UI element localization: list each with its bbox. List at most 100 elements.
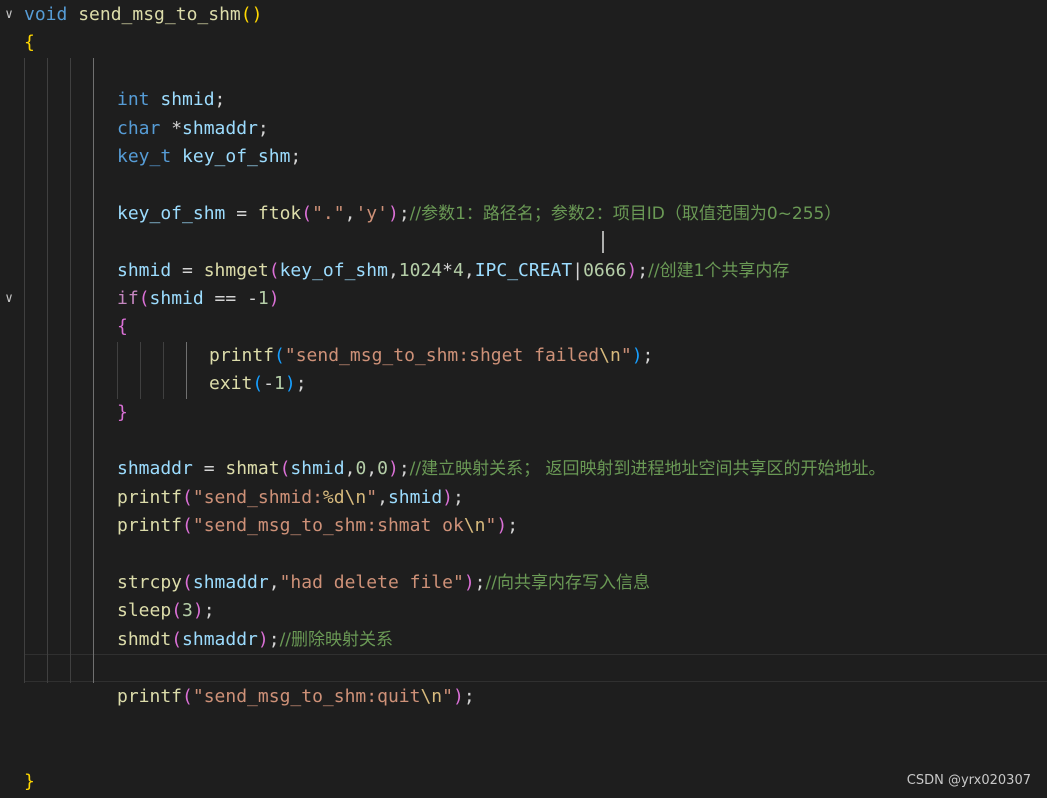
code-token: ) xyxy=(442,486,453,508)
code-line[interactable]: sleep(3); xyxy=(0,597,1047,625)
code-token: , xyxy=(344,202,356,224)
code-token: " xyxy=(485,515,497,537)
code-token: ; xyxy=(453,486,464,508)
code-text: key_t key_of_shm; xyxy=(117,143,301,171)
code-token: if xyxy=(117,288,139,309)
code-line[interactable]: exit(-1); xyxy=(0,370,1047,398)
code-token: shmaddr xyxy=(182,117,258,139)
code-token: ) xyxy=(496,515,508,537)
code-token: ; xyxy=(474,572,486,593)
code-line[interactable] xyxy=(0,427,1047,455)
code-line[interactable] xyxy=(0,58,1047,86)
code-token: ftok xyxy=(257,202,302,224)
code-line[interactable]: ∨ if(shmid == -1) xyxy=(0,285,1047,313)
code-text: void send_msg_to_shm() xyxy=(24,1,262,29)
code-line[interactable] xyxy=(0,654,1047,683)
code-token: () xyxy=(240,4,263,25)
code-line[interactable]: int shmid; xyxy=(0,86,1047,114)
code-token: - xyxy=(247,288,258,309)
code-line[interactable]: shmdt(shmaddr);//删除映射关系 xyxy=(0,626,1047,654)
code-line[interactable]: shmid = shmget(key_of_shm,1024*4,IPC_CRE… xyxy=(0,257,1047,285)
code-token: shmget xyxy=(203,259,269,281)
code-token: shmid xyxy=(387,486,443,508)
code-line[interactable]: printf("send_msg_to_shm:quit\n"); xyxy=(0,683,1047,711)
code-line[interactable]: ∨ void send_msg_to_shm() xyxy=(0,1,1047,29)
code-token: ( xyxy=(171,600,183,622)
code-token: " xyxy=(366,486,378,508)
code-token: ; xyxy=(290,146,302,167)
code-token: 0 xyxy=(377,458,388,480)
code-token: send_msg_to_shm xyxy=(78,4,241,25)
code-text: printf("send_shmid:%d\n",shmid); xyxy=(117,484,464,512)
code-token: shmat xyxy=(225,458,280,480)
code-token: ; xyxy=(203,600,215,622)
code-token: , xyxy=(463,259,475,281)
code-line[interactable]: printf("send_msg_to_shm:shmat ok\n"); xyxy=(0,512,1047,540)
code-token: ; xyxy=(214,89,226,111)
code-line[interactable] xyxy=(0,711,1047,739)
code-token: //创建1个共享内存 xyxy=(648,260,790,281)
code-text: printf("send_msg_to_shm:shmat ok\n"); xyxy=(117,512,518,540)
code-text: printf("send_msg_to_shm:quit\n"); xyxy=(117,683,475,711)
code-token: "send_msg_to_shm:quit xyxy=(192,685,421,707)
code-text: { xyxy=(24,29,35,57)
code-token: ) xyxy=(387,458,399,480)
code-token: "had delete file" xyxy=(279,572,464,593)
current-line-highlight xyxy=(24,654,1047,683)
code-token: key_of_shm xyxy=(117,202,226,224)
code-token: \n xyxy=(599,344,621,366)
code-token: 1 xyxy=(274,373,285,395)
code-token: { xyxy=(117,316,128,338)
code-line[interactable]: shmaddr = shmat(shmid,0,0);//建立映射关系； 返回映… xyxy=(0,455,1047,483)
code-line[interactable]: } xyxy=(0,768,1047,796)
code-token: %d\n xyxy=(322,486,367,508)
code-text: exit(-1); xyxy=(209,370,307,398)
chevron-down-icon[interactable]: ∨ xyxy=(0,285,18,313)
code-token: = xyxy=(171,259,204,281)
code-token: \n xyxy=(463,515,486,537)
code-line[interactable]: printf("send_msg_to_shm:shget failed\n")… xyxy=(0,342,1047,370)
code-line[interactable]: char *shmaddr; xyxy=(0,115,1047,143)
code-token: * xyxy=(160,117,183,139)
code-token: , xyxy=(366,458,378,480)
indent-guide xyxy=(186,341,187,399)
code-text: strcpy(shmaddr,"had delete file");//向共享内… xyxy=(117,569,650,597)
code-line[interactable]: key_t key_of_shm; xyxy=(0,143,1047,171)
code-token: key_of_shm xyxy=(182,146,291,167)
indent-guide xyxy=(24,57,25,683)
code-token: , xyxy=(268,572,280,593)
code-token: ) xyxy=(257,628,269,650)
code-token: ; xyxy=(463,685,475,707)
code-text: char *shmaddr; xyxy=(117,115,269,143)
code-text: shmdt(shmaddr);//删除映射关系 xyxy=(117,626,393,654)
code-line[interactable] xyxy=(0,541,1047,569)
code-token: printf xyxy=(117,515,183,537)
code-line[interactable]: { xyxy=(0,313,1047,341)
chevron-down-icon[interactable]: ∨ xyxy=(0,1,18,29)
code-line[interactable] xyxy=(0,228,1047,256)
code-line[interactable]: { xyxy=(0,29,1047,57)
code-token: "send_shmid: xyxy=(192,486,323,508)
code-token: shmid xyxy=(290,458,345,480)
code-line[interactable]: } xyxy=(0,399,1047,427)
code-token: = xyxy=(225,202,258,224)
code-token: ( xyxy=(182,685,193,707)
code-token: //参数1：路径名；参数2：项目ID（取值范围为0~255） xyxy=(409,203,842,224)
code-token: shmaddr xyxy=(182,628,258,650)
code-token: ( xyxy=(268,259,280,281)
code-token: strcpy xyxy=(117,572,183,593)
code-line[interactable] xyxy=(0,171,1047,199)
code-line[interactable]: printf("send_shmid:%d\n",shmid); xyxy=(0,484,1047,512)
code-token: ( xyxy=(301,202,313,224)
code-token: "send_msg_to_shm:shmat ok xyxy=(192,515,464,537)
code-token: key_t xyxy=(117,146,172,167)
code-line[interactable] xyxy=(0,739,1047,767)
code-token: \n xyxy=(420,685,443,707)
code-token: ; xyxy=(642,344,654,366)
code-token: * xyxy=(442,259,453,281)
code-editor[interactable]: ∨ void send_msg_to_shm(){int shmid; char *… xyxy=(0,0,1047,798)
code-line[interactable]: strcpy(shmaddr,"had delete file");//向共享内… xyxy=(0,569,1047,597)
code-text: int shmid; xyxy=(117,86,225,114)
code-line[interactable]: key_of_shm = ftok(".",'y');//参数1：路径名；参数2… xyxy=(0,200,1047,228)
